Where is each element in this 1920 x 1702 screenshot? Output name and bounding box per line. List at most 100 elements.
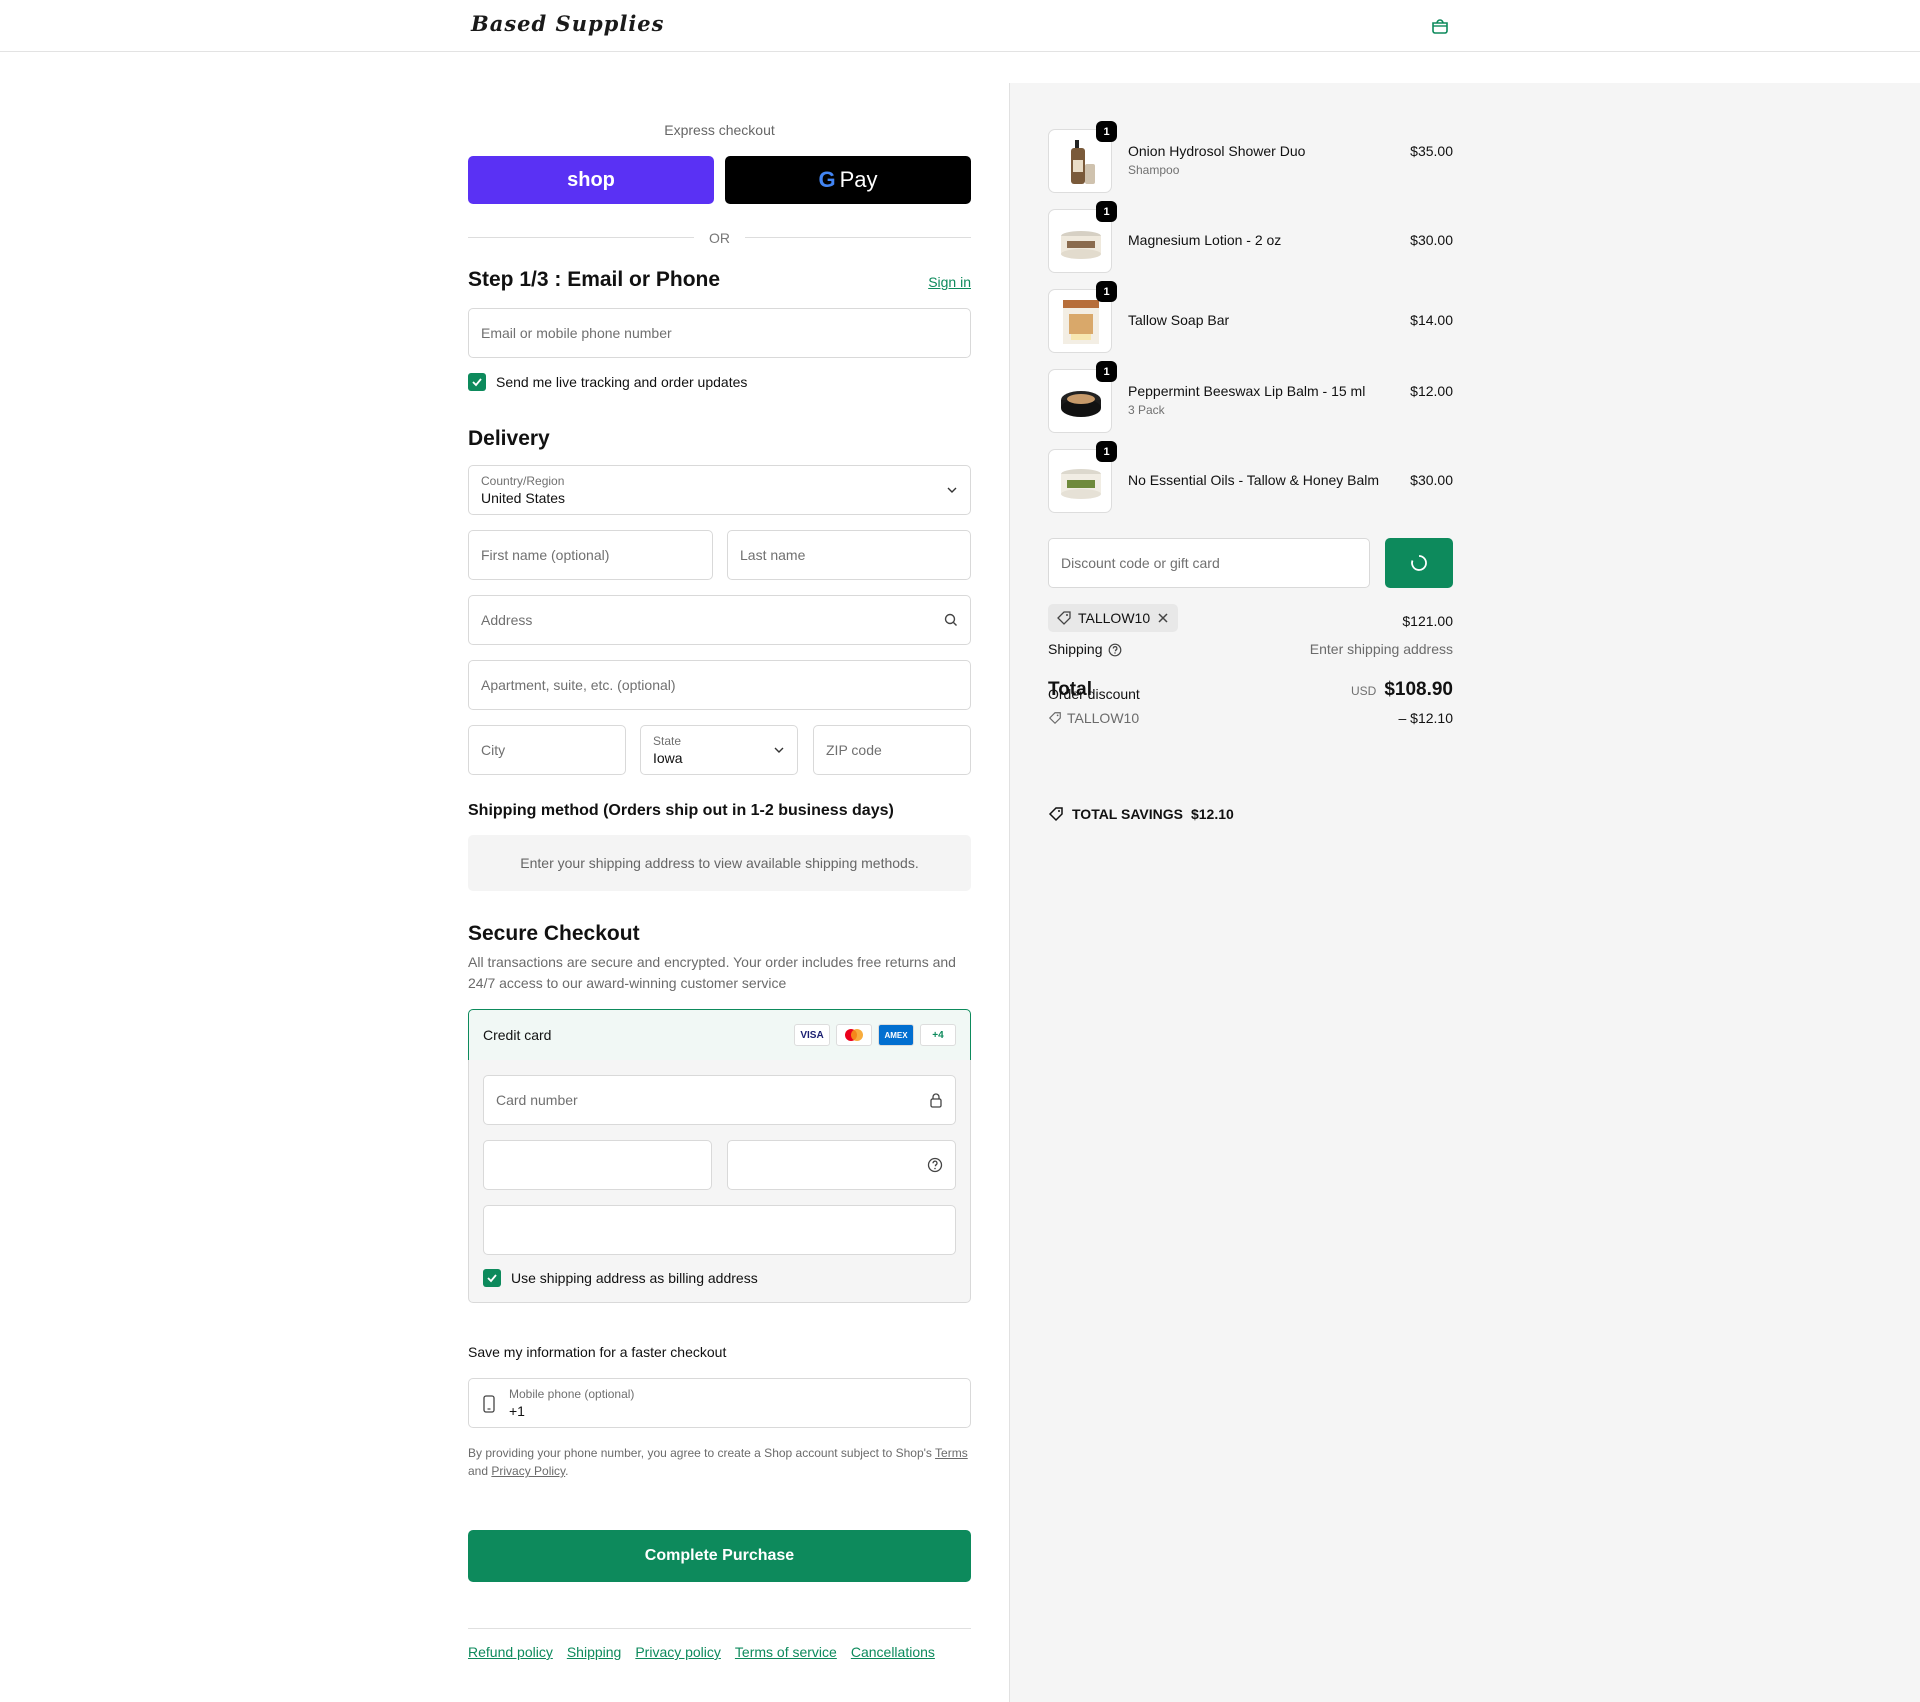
legal-and: and <box>468 1464 489 1478</box>
shipping-method-message: Enter your shipping address to view avai… <box>520 855 919 871</box>
expiration-field[interactable] <box>483 1140 712 1190</box>
cart-item: 1 Peppermint Beeswax Lip Balm - 15 ml 3 … <box>1048 361 1453 433</box>
contact-heading: Step 1/3 : Email or Phone <box>468 268 721 291</box>
city-placeholder: City <box>481 742 506 758</box>
address-placeholder: Address <box>481 612 533 628</box>
mobile-phone-value: +1 <box>509 1403 525 1419</box>
subtotal-value: $121.00 <box>1402 613 1453 629</box>
item-price: $14.00 <box>1410 312 1453 328</box>
last-name-field[interactable]: Last name <box>727 530 971 580</box>
item-name: Magnesium Lotion - 2 oz <box>1128 232 1282 248</box>
first-name-placeholder: First name (optional) <box>481 547 610 563</box>
apply-discount-button[interactable] <box>1385 538 1453 588</box>
google-pay-button[interactable]: G Pay <box>725 156 971 204</box>
complete-purchase-label: Complete Purchase <box>644 1547 795 1564</box>
tracking-checkbox-row[interactable]: Send me live tracking and order updates <box>468 373 747 391</box>
shipping-link[interactable]: Shipping <box>567 1644 622 1660</box>
total-value: $108.90 <box>1384 679 1453 700</box>
billing-checkbox-row[interactable]: Use shipping address as billing address <box>483 1269 758 1287</box>
store-logo[interactable]: Based Supplies <box>471 11 664 36</box>
payment-description: All transactions are secure and encrypte… <box>468 954 956 991</box>
cancellations-link[interactable]: Cancellations <box>851 1644 935 1660</box>
more-cards-badge: +4 <box>920 1024 956 1046</box>
credit-card-option[interactable]: Credit card VISA AMEX +4 <box>468 1009 971 1061</box>
savings-label: TOTAL SAVINGS <box>1072 806 1183 822</box>
close-icon[interactable] <box>1156 611 1170 625</box>
name-on-card-field[interactable] <box>483 1205 956 1255</box>
footer-divider <box>468 1628 971 1629</box>
state-select[interactable]: State Iowa <box>640 725 798 775</box>
total-label: Total <box>1048 679 1092 700</box>
or-label: OR <box>709 230 730 246</box>
zip-field[interactable]: ZIP code <box>813 725 971 775</box>
item-price: $30.00 <box>1410 472 1453 488</box>
checkbox-checked-icon[interactable] <box>483 1269 501 1287</box>
phone-icon <box>483 1395 495 1413</box>
mastercard-icon <box>836 1024 872 1046</box>
privacy-link[interactable]: Privacy Policy <box>491 1464 565 1478</box>
quantity-badge: 1 <box>1096 201 1117 222</box>
help-icon[interactable] <box>1108 643 1122 657</box>
first-name-field[interactable]: First name (optional) <box>468 530 713 580</box>
discount-code-field[interactable]: Discount code or gift card <box>1048 538 1370 588</box>
refund-policy-link[interactable]: Refund policy <box>468 1644 553 1660</box>
cart-item: 1 Magnesium Lotion - 2 oz $30.00 <box>1048 201 1453 273</box>
card-number-field[interactable]: Card number <box>483 1075 956 1125</box>
shop-pay-button[interactable]: shop <box>468 156 714 204</box>
discount-code-label: TALLOW10 <box>1067 710 1140 726</box>
security-code-field[interactable] <box>727 1140 956 1190</box>
express-checkout-title: Express checkout <box>664 122 775 138</box>
quantity-badge: 1 <box>1096 441 1117 462</box>
shop-pay-label: shop <box>567 168 615 191</box>
site-header: Based Supplies <box>0 0 1920 52</box>
applied-code: TALLOW10 <box>1078 610 1151 626</box>
last-name-placeholder: Last name <box>740 547 806 563</box>
google-pay-label: Pay <box>839 167 878 192</box>
billing-label: Use shipping address as billing address <box>511 1270 758 1286</box>
zip-placeholder: ZIP code <box>826 742 882 758</box>
quantity-badge: 1 <box>1096 361 1117 382</box>
total-amount: USD $108.90 <box>1351 679 1453 701</box>
terms-of-service-link[interactable]: Terms of service <box>735 1644 837 1660</box>
sign-in-link[interactable]: Sign in <box>928 274 971 290</box>
save-info-heading: Save my information for a faster checkou… <box>468 1344 727 1360</box>
address-field[interactable]: Address <box>468 595 971 645</box>
complete-purchase-button[interactable]: Complete Purchase <box>468 1530 971 1582</box>
cart-item: 1 Onion Hydrosol Shower Duo Shampoo $35.… <box>1048 121 1453 193</box>
applied-discount-tag: TALLOW10 <box>1048 604 1179 632</box>
credit-card-label: Credit card <box>483 1027 552 1043</box>
card-number-placeholder: Card number <box>496 1092 578 1108</box>
email-field[interactable]: Email or mobile phone number <box>468 308 971 358</box>
or-divider: OR <box>468 230 971 246</box>
spinner-icon <box>1411 555 1427 571</box>
apartment-field[interactable]: Apartment, suite, etc. (optional) <box>468 660 971 710</box>
tracking-label: Send me live tracking and order updates <box>496 374 748 390</box>
checkbox-checked-icon[interactable] <box>468 373 486 391</box>
terms-link[interactable]: Terms <box>935 1446 968 1460</box>
item-price: $35.00 <box>1410 143 1453 159</box>
bag-icon[interactable] <box>1430 16 1450 36</box>
visa-icon: VISA <box>794 1024 830 1046</box>
item-variant: Shampoo <box>1128 163 1180 177</box>
item-name: No Essential Oils - Tallow & Honey Balm <box>1128 472 1380 488</box>
delivery-heading: Delivery <box>468 427 550 450</box>
shipping-method-heading: Shipping method (Orders ship out in 1-2 … <box>468 802 894 819</box>
tag-icon <box>1048 807 1063 822</box>
city-field[interactable]: City <box>468 725 626 775</box>
chevron-down-icon <box>947 487 957 493</box>
privacy-policy-link[interactable]: Privacy policy <box>635 1644 721 1660</box>
country-select[interactable]: Country/Region United States <box>468 465 971 515</box>
apartment-placeholder: Apartment, suite, etc. (optional) <box>481 677 676 693</box>
state-value: Iowa <box>653 750 683 766</box>
help-icon[interactable] <box>927 1157 943 1173</box>
shipping-value: Enter shipping address <box>1309 641 1453 657</box>
currency-code: USD <box>1350 684 1377 698</box>
discount-value: – $12.10 <box>1398 710 1454 726</box>
chevron-down-icon <box>774 747 784 753</box>
amex-icon: AMEX <box>878 1024 914 1046</box>
discount-placeholder: Discount code or gift card <box>1061 555 1220 571</box>
mobile-phone-label: Mobile phone (optional) <box>509 1387 635 1401</box>
legal-period: . <box>565 1464 569 1478</box>
mobile-phone-field[interactable]: Mobile phone (optional) +1 <box>468 1378 971 1428</box>
card-brands: VISA AMEX +4 <box>794 1024 956 1046</box>
